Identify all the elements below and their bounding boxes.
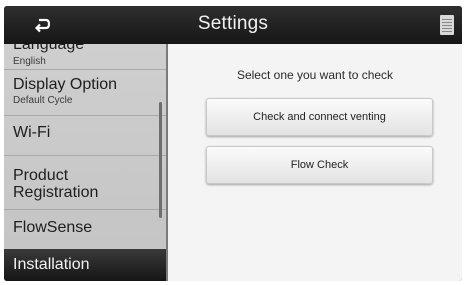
sidebar-item-wifi[interactable]: Wi-Fi [4, 116, 166, 156]
menu-icon[interactable] [440, 15, 454, 35]
sidebar-item-product-registration[interactable]: Product Registration [4, 156, 166, 210]
sidebar-item-label: Wi-Fi [13, 124, 51, 141]
sidebar-item-display-option[interactable]: Display Option Default Cycle [4, 70, 166, 116]
sidebar-scrollbar[interactable] [159, 102, 162, 218]
device-screen: Settings Language English Display Option… [4, 6, 462, 281]
main-content: Select one you want to check Check and c… [168, 44, 462, 281]
sidebar-item-label: Product Registration [13, 167, 99, 201]
sidebar-item-sublabel: Default Cycle [13, 95, 73, 106]
sidebar-item-language[interactable]: Language English [4, 44, 166, 70]
sidebar[interactable]: Language English Display Option Default … [4, 44, 166, 281]
sidebar-item-flowsense[interactable]: FlowSense [4, 210, 166, 249]
sidebar-item-installation[interactable]: Installation [4, 249, 166, 281]
header-bar: Settings [4, 6, 462, 44]
flow-check-button[interactable]: Flow Check [206, 146, 433, 184]
sidebar-item-label: Display Option [13, 76, 118, 93]
sidebar-item-sublabel: English [13, 56, 46, 67]
check-venting-button[interactable]: Check and connect venting [206, 98, 433, 136]
page-title: Settings [197, 13, 269, 34]
instruction-text: Select one you want to check [236, 68, 394, 82]
sidebar-item-label: FlowSense [13, 219, 93, 236]
sidebar-item-label: Language [13, 44, 85, 53]
sidebar-item-label: Installation [13, 256, 90, 273]
